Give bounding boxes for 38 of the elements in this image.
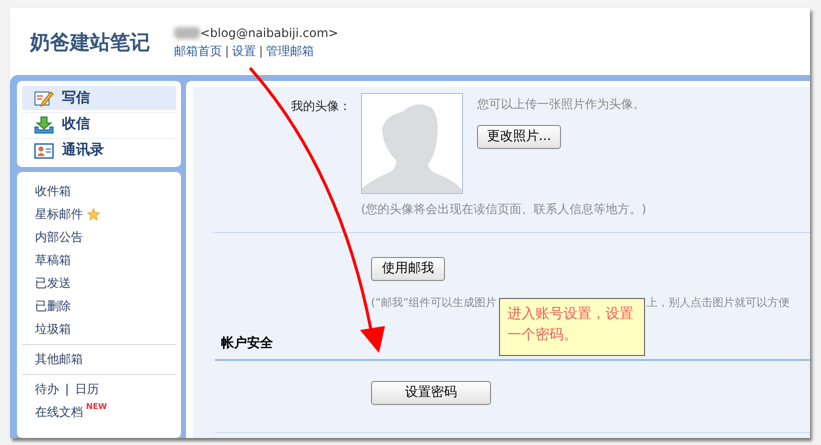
contact-card-icon bbox=[34, 142, 54, 158]
blurred-name bbox=[174, 26, 200, 38]
action-item[interactable]: 写信 bbox=[22, 86, 176, 110]
avatar-hint: 您可以上传一张照片作为头像。 bbox=[477, 96, 645, 113]
folder-link[interactable]: 草稿箱 bbox=[35, 249, 71, 272]
section-heading: 帐户安全 bbox=[221, 334, 273, 352]
link-separator: | bbox=[225, 42, 230, 60]
annotation-note: 进入账号设置，设置一个密码。 bbox=[498, 298, 645, 356]
mailme-note: (“邮我”组件可以生成图片 bbox=[371, 295, 497, 311]
set-password-button[interactable]: 设置密码 bbox=[371, 381, 491, 405]
star-icon bbox=[87, 208, 100, 221]
folder-link[interactable]: 内部公告 bbox=[35, 226, 83, 249]
folder-link[interactable]: 已发送 bbox=[35, 272, 71, 295]
header-link[interactable]: 设置 bbox=[232, 42, 256, 60]
site-logo: 奶爸建站笔记 bbox=[30, 28, 150, 56]
field-label: 我的头像： bbox=[290, 98, 352, 115]
folder-link[interactable]: 已删除 bbox=[35, 295, 71, 318]
folder-link[interactable]: 收件箱 bbox=[35, 180, 71, 203]
link-separator: | bbox=[65, 381, 70, 398]
action-item[interactable]: 收信 bbox=[22, 112, 176, 136]
folder-link[interactable]: 垃圾箱 bbox=[35, 318, 71, 341]
download-tray-icon bbox=[34, 116, 54, 134]
tool-link[interactable]: 待办 bbox=[35, 378, 59, 401]
folder-link[interactable]: 星标邮件 bbox=[35, 203, 83, 226]
mailme-note: 上，别人点击图片就可以方便 bbox=[646, 295, 790, 311]
folder-link[interactable]: 在线文档 bbox=[35, 401, 83, 424]
folder-link[interactable]: 其他邮箱 bbox=[35, 352, 83, 366]
link-separator: | bbox=[259, 42, 264, 60]
use-mailme-button[interactable]: 使用邮我 bbox=[371, 257, 445, 281]
email-address: <blog@naibabiji.com> bbox=[200, 24, 338, 42]
change-photo-button[interactable]: 更改照片... bbox=[477, 125, 561, 149]
tool-link[interactable]: 日历 bbox=[75, 378, 100, 401]
header-link[interactable]: 管理邮箱 bbox=[266, 42, 314, 60]
avatar-note: (您的头像将会出现在读信页面、联系人信息等地方。) bbox=[361, 201, 646, 218]
new-label: NEW bbox=[86, 401, 107, 413]
pencil-note-icon bbox=[34, 89, 54, 107]
action-item[interactable]: 通讯录 bbox=[22, 138, 176, 162]
header-link[interactable]: 邮箱首页 bbox=[174, 42, 222, 60]
